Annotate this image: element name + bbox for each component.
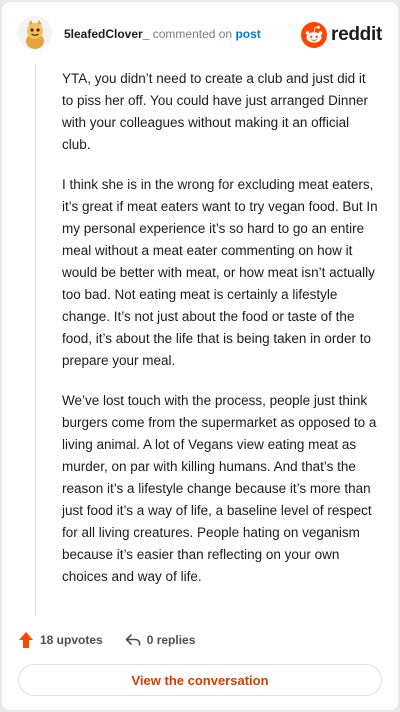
- comment-body: YTA, you didn’t need to create a club an…: [62, 68, 380, 606]
- view-conversation-button[interactable]: View the conversation: [18, 664, 382, 696]
- reddit-brand[interactable]: reddit: [301, 22, 382, 48]
- comment-card: 5leafedClover_ commented on post reddit …: [2, 2, 398, 710]
- commented-on-text: commented on: [149, 27, 236, 41]
- reply-arrow-icon: [125, 634, 141, 646]
- reddit-logo-icon: [301, 22, 328, 48]
- upvote-arrow-icon: [19, 632, 33, 648]
- upvote-count: 18 upvotes: [40, 633, 103, 647]
- snoo-avatar-icon[interactable]: [18, 16, 52, 50]
- reply-button[interactable]: 0 replies: [125, 633, 196, 647]
- comment-paragraph: YTA, you didn’t need to create a club an…: [62, 71, 368, 152]
- post-link[interactable]: post: [235, 27, 260, 41]
- reddit-wordmark: reddit: [331, 24, 382, 45]
- comment-header: 5leafedClover_ commented on post reddit: [2, 2, 398, 64]
- comment-paragraph: I think she is in the wrong for excludin…: [62, 177, 378, 368]
- thread-line: [35, 64, 36, 616]
- username-link[interactable]: 5leafedClover_: [64, 27, 149, 41]
- upvote-button[interactable]: 18 upvotes: [18, 631, 103, 649]
- comment-byline: 5leafedClover_ commented on post: [64, 27, 261, 41]
- comment-footer: 18 upvotes 0 replies: [18, 628, 378, 652]
- comment-paragraph: We’ve lost touch with the process, peopl…: [62, 393, 377, 584]
- reply-count: 0 replies: [146, 633, 196, 647]
